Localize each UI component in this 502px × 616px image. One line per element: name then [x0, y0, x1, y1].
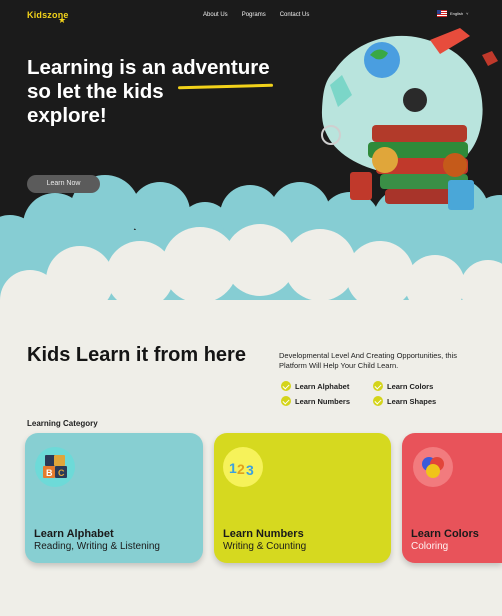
- nav-link-contact[interactable]: Contact Us: [280, 12, 310, 18]
- language-label: English: [450, 11, 464, 16]
- feature-label: Learn Alphabet: [295, 381, 350, 391]
- section-heading: Kids Learn it from here: [27, 344, 246, 366]
- card-subtitle: Reading, Writing & Listening: [34, 541, 160, 552]
- nav-link-programs[interactable]: Pograms: [242, 12, 266, 18]
- svg-text:3: 3: [246, 462, 254, 478]
- card-subtitle: Coloring: [411, 541, 449, 552]
- alphabet-blocks-icon: B C: [35, 447, 75, 487]
- feature-label: Learn Numbers: [295, 396, 351, 406]
- check-circle-icon: [281, 396, 291, 406]
- top-navigation: Kidszone ★ About Us Pograms Contact Us E…: [0, 0, 502, 32]
- check-circle-icon: [281, 381, 291, 391]
- feature-item: Learn Colors: [373, 381, 461, 391]
- nav-links: About Us Pograms Contact Us: [203, 12, 309, 18]
- category-label: Learning Category: [27, 419, 98, 428]
- svg-text:1: 1: [229, 460, 237, 476]
- language-selector[interactable]: English ˅: [437, 10, 468, 17]
- star-icon: ★: [58, 15, 67, 25]
- check-circle-icon: [373, 396, 383, 406]
- category-card-colors[interactable]: Learn Colors Coloring: [402, 433, 502, 563]
- feature-item: Learn Shapes: [373, 396, 461, 406]
- feature-item: Learn Numbers: [281, 396, 373, 406]
- card-title: Learn Alphabet: [34, 528, 114, 540]
- feature-label: Learn Shapes: [387, 396, 437, 406]
- feature-checklist: Learn Alphabet Learn Colors Learn Number…: [281, 381, 461, 406]
- section-description: Developmental Level And Creating Opportu…: [279, 351, 458, 370]
- card-title: Learn Numbers: [223, 528, 304, 540]
- category-card-numbers[interactable]: 1 2 3 Learn Numbers Writing & Counting: [214, 433, 391, 563]
- hero-section: Kidszone ★ About Us Pograms Contact Us E…: [0, 0, 502, 330]
- card-subtitle: Writing & Counting: [223, 541, 307, 552]
- feature-item: Learn Alphabet: [281, 381, 373, 391]
- learn-now-button[interactable]: Learn Now: [27, 175, 100, 193]
- svg-text:B: B: [46, 468, 53, 478]
- hero-title-line-3: explore!: [27, 104, 107, 127]
- chevron-down-icon: ˅: [466, 11, 469, 16]
- hero-title-line-1: Learning is an adventure: [27, 56, 270, 79]
- card-title: Learn Colors: [411, 528, 479, 540]
- numbers-123-icon: 1 2 3: [223, 447, 263, 487]
- feature-label: Learn Colors: [387, 381, 434, 391]
- us-flag-icon: [437, 10, 447, 17]
- nav-link-about[interactable]: About Us: [203, 12, 228, 18]
- category-card-alphabet[interactable]: B C Learn Alphabet Reading, Writing & Li…: [25, 433, 203, 563]
- svg-text:C: C: [58, 468, 65, 478]
- svg-text:2: 2: [237, 461, 245, 477]
- hero-title: Learning is an adventure so let the kids…: [27, 56, 297, 128]
- cloud-background: [0, 28, 502, 330]
- check-circle-icon: [373, 381, 383, 391]
- color-balls-icon: [413, 447, 453, 487]
